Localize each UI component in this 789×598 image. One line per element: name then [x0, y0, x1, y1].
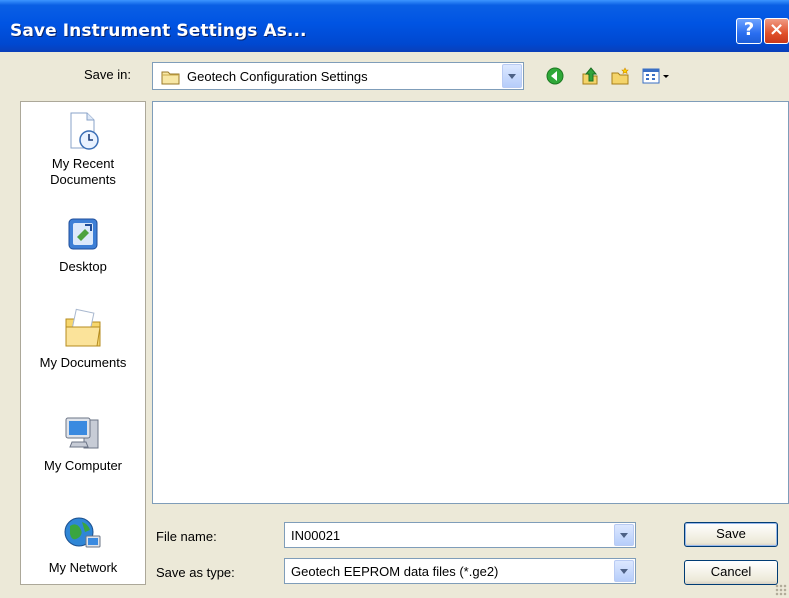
- place-label: My Documents: [39, 355, 127, 370]
- close-button[interactable]: ×: [764, 18, 789, 44]
- save-in-dropdown[interactable]: Geotech Configuration Settings: [152, 62, 524, 90]
- cancel-button[interactable]: Cancel: [684, 560, 778, 585]
- resize-grip[interactable]: [775, 584, 787, 596]
- save-as-type-dropdown[interactable]: Geotech EEPROM data files (*.ge2): [284, 558, 636, 584]
- place-label: Desktop: [59, 259, 107, 274]
- file-name-label: File name:: [156, 529, 217, 544]
- my-documents-icon: [21, 305, 145, 351]
- back-icon[interactable]: [545, 66, 565, 86]
- chevron-down-icon[interactable]: [502, 64, 522, 88]
- desktop-icon: [21, 215, 145, 255]
- chevron-down-icon[interactable]: [614, 560, 634, 582]
- save-as-type-value: Geotech EEPROM data files (*.ge2): [291, 564, 499, 579]
- recent-documents-icon: [21, 110, 145, 152]
- place-my-documents[interactable]: My Documents: [21, 305, 145, 371]
- places-bar: My Recent Documents Desktop My Documents: [20, 101, 146, 585]
- up-one-level-icon[interactable]: [580, 66, 600, 86]
- file-list[interactable]: [152, 101, 789, 504]
- my-computer-icon: [21, 414, 145, 454]
- save-as-type-label: Save as type:: [156, 565, 235, 580]
- chevron-down-icon[interactable]: [614, 524, 634, 546]
- place-label: My Recent Documents: [50, 156, 116, 187]
- dialog-title: Save Instrument Settings As...: [10, 21, 307, 41]
- file-name-field[interactable]: [284, 522, 636, 548]
- place-label: My Network: [48, 560, 118, 575]
- save-in-value: Geotech Configuration Settings: [187, 69, 368, 84]
- view-menu-icon[interactable]: [641, 66, 675, 86]
- file-name-input[interactable]: [291, 528, 591, 543]
- place-desktop[interactable]: Desktop: [21, 215, 145, 275]
- folder-icon: [161, 69, 181, 88]
- place-my-computer[interactable]: My Computer: [21, 414, 145, 474]
- title-bar[interactable]: Save Instrument Settings As... ? ×: [0, 0, 789, 52]
- place-my-network[interactable]: My Network: [21, 514, 145, 576]
- save-button[interactable]: Save: [684, 522, 778, 547]
- place-my-recent-documents[interactable]: My Recent Documents: [21, 110, 145, 188]
- my-network-icon: [21, 514, 145, 556]
- help-button[interactable]: ?: [736, 18, 762, 44]
- new-folder-icon[interactable]: [610, 66, 630, 86]
- place-label: My Computer: [43, 458, 123, 473]
- save-in-label: Save in:: [84, 67, 131, 82]
